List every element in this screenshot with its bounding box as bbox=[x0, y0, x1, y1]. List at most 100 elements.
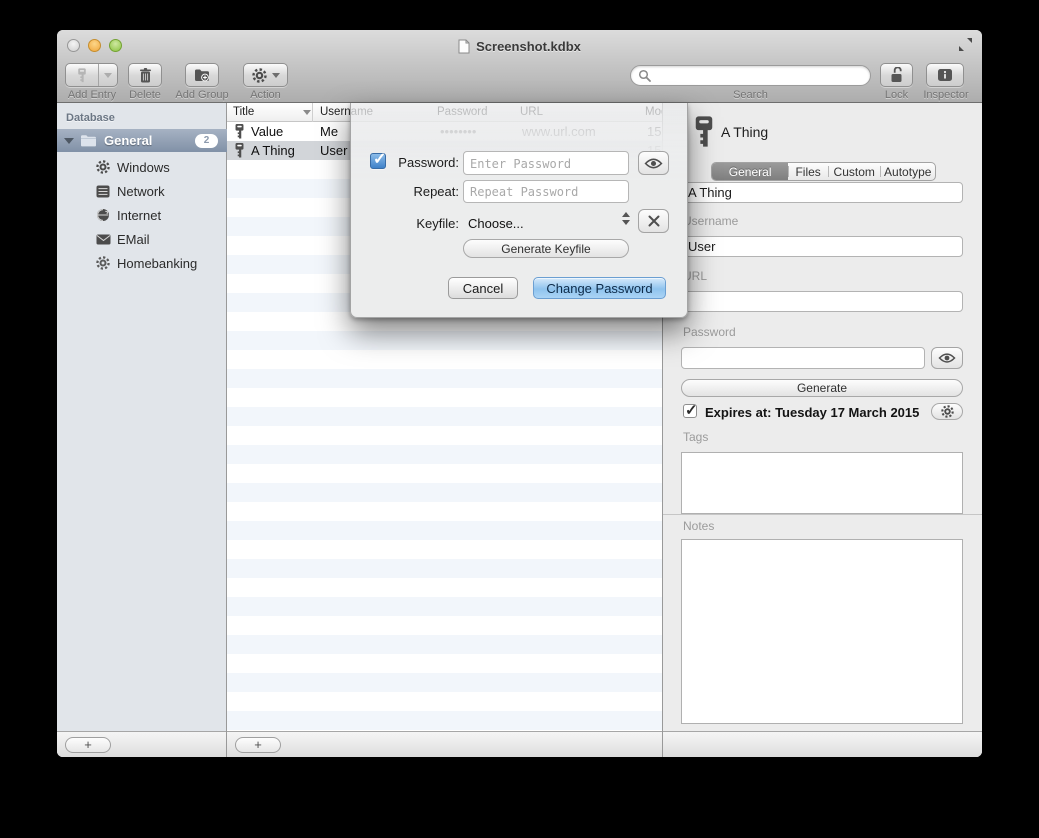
chevron-down-icon bbox=[272, 73, 280, 78]
add-group-button[interactable] bbox=[185, 63, 219, 87]
folder-icon bbox=[80, 134, 97, 147]
password-input[interactable] bbox=[463, 151, 629, 175]
username-label: Username bbox=[683, 214, 738, 228]
key-icon bbox=[234, 143, 245, 161]
tags-label: Tags bbox=[683, 430, 708, 444]
gear-icon bbox=[95, 255, 111, 271]
key-icon bbox=[693, 112, 715, 157]
add-entry-button[interactable] bbox=[65, 63, 118, 87]
cancel-button[interactable]: Cancel bbox=[448, 277, 518, 299]
password-label: Password bbox=[683, 325, 736, 339]
sidebar-item-windows[interactable]: Windows bbox=[57, 155, 227, 179]
repeat-input[interactable] bbox=[463, 180, 629, 203]
keyfile-label: Keyfile: bbox=[359, 216, 459, 231]
show-password-button[interactable] bbox=[638, 151, 669, 175]
gear-icon bbox=[95, 159, 111, 175]
stepper-icon[interactable] bbox=[622, 212, 630, 225]
mail-icon bbox=[95, 231, 111, 247]
inspector-tabs: General Files Custom Autotype bbox=[711, 162, 936, 181]
add-entry-label: Add Entry bbox=[61, 89, 123, 101]
sidebar-item-label: EMail bbox=[117, 232, 150, 247]
sidebar-item-label: Network bbox=[117, 184, 165, 199]
tab-files[interactable]: Files bbox=[788, 163, 828, 180]
sidebar-group-general[interactable]: General 2 bbox=[57, 129, 227, 152]
trash-icon bbox=[139, 68, 152, 83]
keyfile-dropdown[interactable]: Choose... bbox=[468, 216, 524, 231]
inspector-panel: A Thing General Files Custom Autotype Us… bbox=[662, 103, 982, 757]
info-icon bbox=[937, 68, 953, 82]
search-icon bbox=[638, 69, 651, 82]
delete-button[interactable] bbox=[128, 63, 162, 87]
entry-list-footer: + bbox=[227, 731, 662, 757]
sidebar-footer: + bbox=[57, 731, 226, 757]
change-password-sheet: ✓ Password: Repeat: Keyfile: Choose... G… bbox=[350, 103, 688, 318]
entry-count-badge: 2 bbox=[195, 134, 218, 148]
unlock-icon bbox=[889, 67, 904, 83]
notes-textarea[interactable] bbox=[681, 539, 963, 724]
gear-icon bbox=[252, 68, 267, 83]
sidebar-section-header: Database bbox=[66, 112, 115, 124]
action-button[interactable] bbox=[243, 63, 288, 87]
inspector-footer bbox=[663, 731, 982, 757]
repeat-label: Repeat: bbox=[359, 184, 459, 199]
title-field[interactable] bbox=[681, 182, 963, 203]
gear-icon bbox=[941, 405, 954, 418]
disclosure-triangle-icon[interactable] bbox=[64, 138, 74, 144]
change-password-button[interactable]: Change Password bbox=[533, 277, 666, 299]
expires-options-button[interactable] bbox=[931, 403, 963, 420]
add-entry-plus-button[interactable]: + bbox=[235, 737, 281, 753]
add-group-label: Add Group bbox=[171, 89, 233, 101]
globe-icon bbox=[95, 207, 111, 223]
eye-icon bbox=[644, 157, 663, 170]
clear-keyfile-button[interactable] bbox=[638, 209, 669, 233]
eye-icon bbox=[938, 352, 956, 364]
cell-username: Me bbox=[320, 124, 338, 139]
sidebar-item-label: Windows bbox=[117, 160, 170, 175]
cell-title: A Thing bbox=[251, 143, 295, 158]
inspector-entry-title: A Thing bbox=[721, 124, 768, 140]
inspector-label: Inspector bbox=[917, 89, 975, 101]
password-label: Password: bbox=[359, 155, 459, 170]
section-divider bbox=[663, 514, 982, 515]
generate-password-button[interactable]: Generate bbox=[681, 379, 963, 397]
add-group-plus-button[interactable]: + bbox=[65, 737, 111, 753]
url-field[interactable] bbox=[681, 291, 963, 312]
search-label: Search bbox=[630, 89, 871, 101]
tab-autotype[interactable]: Autotype bbox=[880, 163, 935, 180]
cell-username: User bbox=[320, 143, 347, 158]
sidebar-item-network[interactable]: Network bbox=[57, 179, 227, 203]
sidebar: Database General 2 Windows bbox=[57, 103, 227, 757]
action-label: Action bbox=[243, 89, 288, 101]
column-divider[interactable] bbox=[312, 103, 313, 122]
tab-general[interactable]: General bbox=[712, 163, 788, 180]
app-window: Screenshot.kdbx Add Entry bbox=[57, 30, 982, 757]
sidebar-item-email[interactable]: EMail bbox=[57, 227, 227, 251]
expires-checkbox[interactable]: ✓ bbox=[683, 404, 697, 418]
window-title: Screenshot.kdbx bbox=[476, 39, 581, 54]
sidebar-item-internet[interactable]: Internet bbox=[57, 203, 227, 227]
sidebar-item-label: Homebanking bbox=[117, 256, 197, 271]
key-icon bbox=[77, 68, 87, 83]
fullscreen-icon[interactable] bbox=[958, 37, 973, 52]
lock-button[interactable] bbox=[880, 63, 913, 87]
tab-custom[interactable]: Custom bbox=[828, 163, 881, 180]
window-title-area: Screenshot.kdbx bbox=[57, 37, 982, 55]
delete-label: Delete bbox=[123, 89, 167, 101]
sidebar-group-label: General bbox=[104, 133, 152, 148]
inspector-button[interactable] bbox=[926, 63, 964, 87]
checkmark-icon: ✓ bbox=[685, 401, 698, 419]
column-header-title[interactable]: Title bbox=[233, 106, 254, 118]
expires-label: Expires at: Tuesday 17 March 2015 bbox=[705, 405, 919, 420]
sidebar-item-label: Internet bbox=[117, 208, 161, 223]
username-field[interactable] bbox=[681, 236, 963, 257]
generate-keyfile-button[interactable]: Generate Keyfile bbox=[463, 239, 629, 258]
tags-textarea[interactable] bbox=[681, 452, 963, 514]
sort-descending-icon bbox=[303, 110, 311, 115]
show-password-button[interactable] bbox=[931, 347, 963, 369]
close-icon bbox=[648, 215, 660, 227]
document-icon bbox=[458, 39, 470, 54]
search-field[interactable] bbox=[630, 65, 871, 86]
sidebar-item-homebanking[interactable]: Homebanking bbox=[57, 251, 227, 275]
cell-title: Value bbox=[251, 124, 283, 139]
password-field[interactable] bbox=[681, 347, 925, 369]
